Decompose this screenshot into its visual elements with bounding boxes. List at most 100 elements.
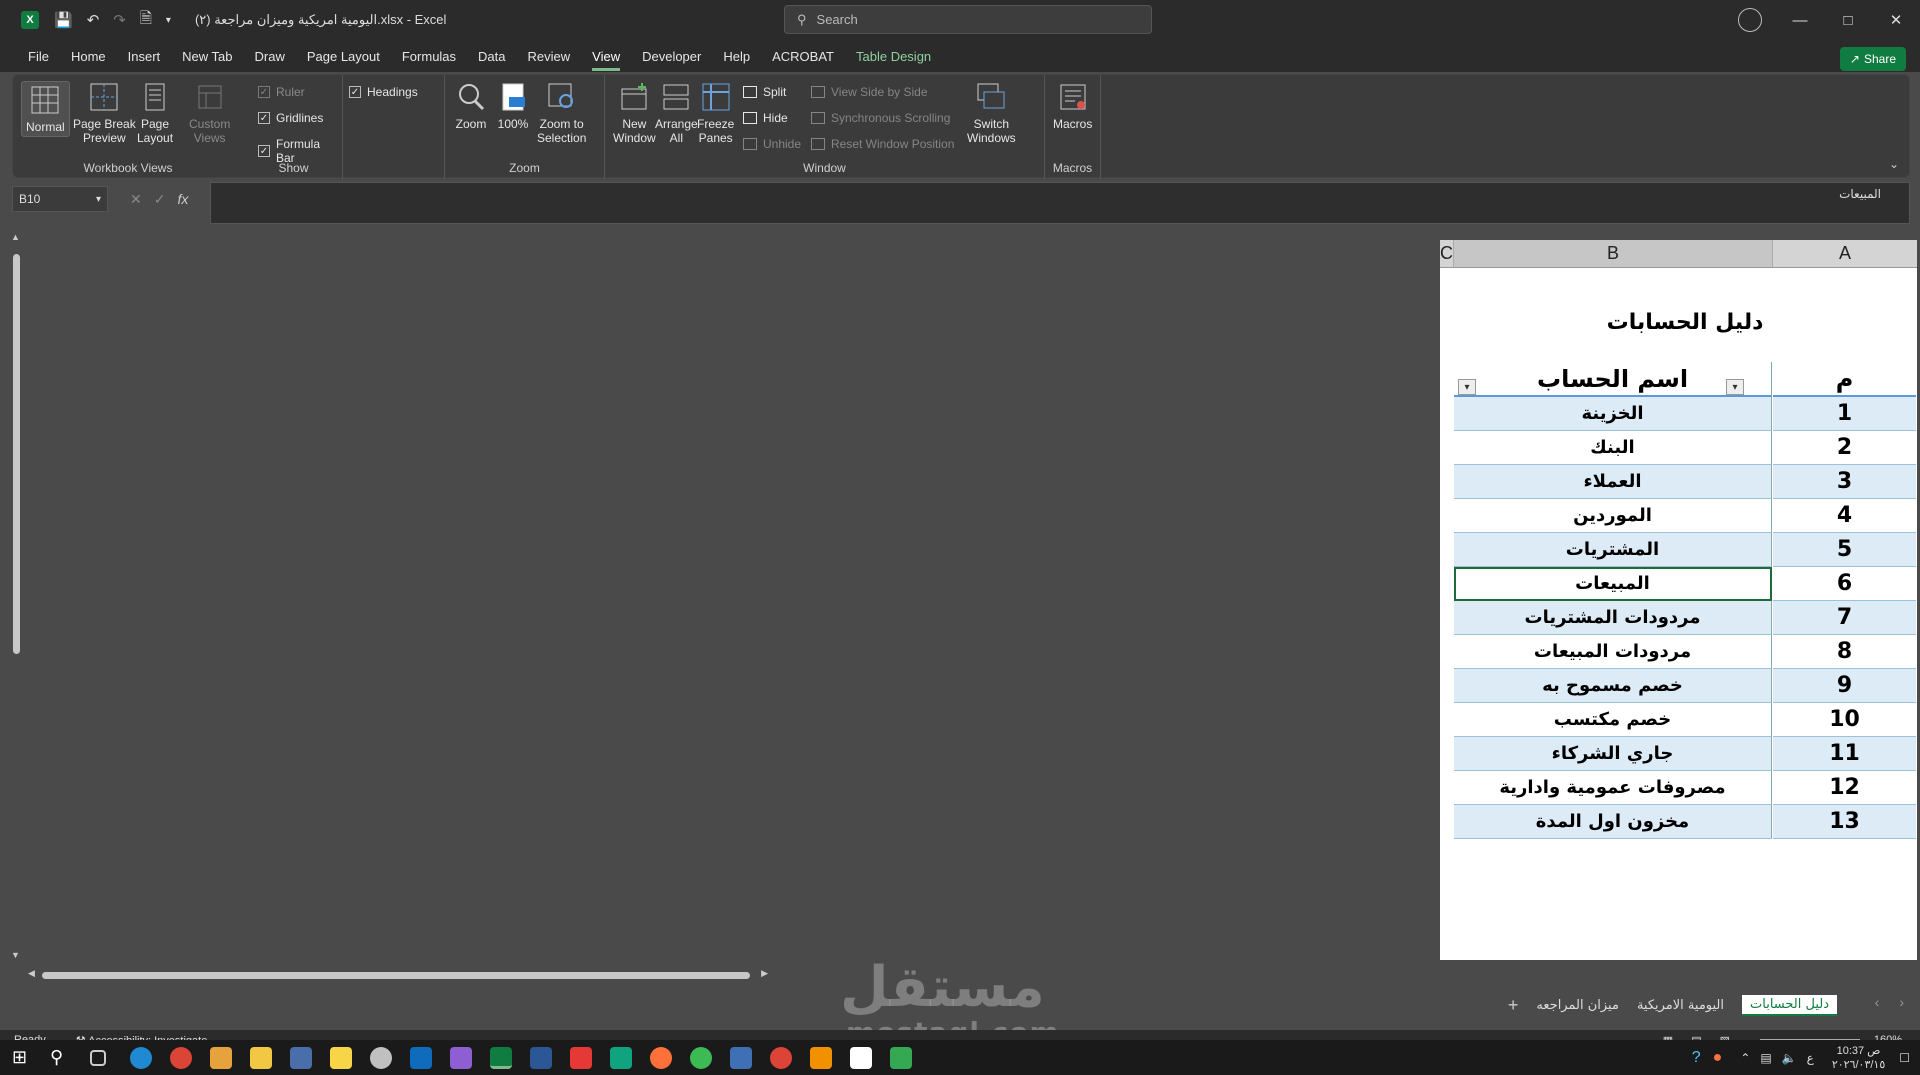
horizontal-scroll-thumb[interactable]: [42, 972, 750, 979]
google-drive-icon[interactable]: [890, 1047, 912, 1069]
account-number-cell[interactable]: 6: [1773, 567, 1916, 601]
split-button[interactable]: Split: [743, 85, 786, 99]
save-icon[interactable]: 💾: [54, 11, 73, 29]
hide-button[interactable]: Hide: [743, 111, 788, 125]
input-language[interactable]: ع: [1807, 1051, 1814, 1065]
account-name-cell[interactable]: خصم مكتسب: [1454, 703, 1772, 737]
customize-qat-icon[interactable]: ▾: [166, 15, 171, 26]
sheet-tab-review-balance[interactable]: ميزان المراجعه: [1536, 998, 1619, 1013]
minimize-button[interactable]: —: [1776, 12, 1824, 29]
filter-dropdown-a[interactable]: ▾: [1726, 379, 1744, 395]
filter-dropdown-b[interactable]: ▾: [1458, 379, 1476, 395]
tab-review[interactable]: Review: [528, 49, 571, 64]
account-avatar[interactable]: [1738, 8, 1762, 32]
collapse-ribbon-icon[interactable]: ⌄: [1889, 157, 1899, 171]
ruler-checkbox[interactable]: ✓ Ruler: [258, 85, 305, 99]
switch-windows-button[interactable]: Switch Windows: [967, 81, 1016, 145]
headings-checkbox[interactable]: ✓ Headings: [349, 85, 418, 99]
account-name-cell[interactable]: الموردين: [1454, 499, 1772, 533]
sheet-tab-chart-of-accounts[interactable]: دليل الحسابات: [1742, 994, 1837, 1016]
volume-icon[interactable]: 🔈: [1782, 1051, 1797, 1065]
task-view-icon[interactable]: [90, 1050, 106, 1066]
freeze-panes-button[interactable]: Freeze Panes: [697, 81, 734, 145]
account-number-cell[interactable]: 4: [1773, 499, 1916, 533]
macros-button[interactable]: Macros: [1053, 81, 1092, 131]
account-name-cell[interactable]: جاري الشركاء: [1454, 737, 1772, 771]
calculator-icon[interactable]: [290, 1047, 312, 1069]
account-name-cell[interactable]: البنك: [1454, 431, 1772, 465]
zoom-to-selection-button[interactable]: Zoom to Selection: [537, 81, 586, 145]
account-number-cell[interactable]: 2: [1773, 431, 1916, 465]
new-window-button[interactable]: New Window: [613, 81, 656, 145]
sticky-notes-icon[interactable]: [330, 1047, 352, 1069]
scroll-left-icon[interactable]: ◀: [28, 968, 35, 979]
share-button[interactable]: ↗ Share: [1839, 47, 1906, 71]
taskbar-search-icon[interactable]: ⚲: [50, 1047, 72, 1069]
account-number-cell[interactable]: 5: [1773, 533, 1916, 567]
tab-view[interactable]: View: [592, 49, 620, 71]
view-side-by-side-button[interactable]: View Side by Side: [811, 85, 928, 99]
column-header-a[interactable]: A: [1773, 240, 1917, 268]
account-number-cell[interactable]: 12: [1773, 771, 1916, 805]
tab-formulas[interactable]: Formulas: [402, 49, 456, 64]
scroll-up-icon[interactable]: ▲: [11, 232, 20, 242]
vertical-scroll-thumb[interactable]: [13, 254, 20, 654]
fx-icon[interactable]: fx: [177, 191, 188, 207]
account-number-cell[interactable]: 10: [1773, 703, 1916, 737]
undo-icon[interactable]: ↶: [87, 11, 100, 29]
enter-icon[interactable]: ✓: [154, 191, 166, 208]
vlc-icon[interactable]: [810, 1047, 832, 1069]
print-preview-icon[interactable]: 🗎: [140, 8, 152, 33]
outlook-icon[interactable]: [410, 1047, 432, 1069]
formula-input[interactable]: المبيعات: [210, 182, 1910, 224]
tab-insert[interactable]: Insert: [128, 49, 161, 64]
account-name-cell[interactable]: المبيعات: [1454, 567, 1772, 601]
account-number-cell[interactable]: 8: [1773, 635, 1916, 669]
help-icon[interactable]: ?: [1692, 1049, 1701, 1067]
add-sheet-icon[interactable]: +: [1508, 995, 1519, 1016]
clock[interactable]: 10:37 ص ٢٠٢٦/٠٣/١٥: [1832, 1044, 1885, 1072]
tab-draw[interactable]: Draw: [255, 49, 285, 64]
account-name-cell[interactable]: مردودات المبيعات: [1454, 635, 1772, 669]
next-sheet-icon[interactable]: ›: [1899, 994, 1904, 1010]
word-icon[interactable]: [530, 1047, 552, 1069]
search-box[interactable]: ⚲ Search: [784, 5, 1152, 34]
spreadsheet-grid[interactable]: C B A 1234567891011121314151617دليل الحس…: [1440, 240, 1917, 960]
account-name-cell[interactable]: مصروفات عمومية وادارية: [1454, 771, 1772, 805]
show-hidden-icons[interactable]: ⌃: [1740, 1051, 1750, 1065]
file-explorer-icon[interactable]: [250, 1047, 272, 1069]
cancel-icon[interactable]: ✕: [130, 191, 142, 208]
scroll-down-icon[interactable]: ▼: [11, 950, 20, 960]
tab-home[interactable]: Home: [71, 49, 106, 64]
account-number-cell[interactable]: 7: [1773, 601, 1916, 635]
windows-start-icon[interactable]: ⊞: [12, 1047, 34, 1069]
app-icon-7[interactable]: [370, 1047, 392, 1069]
account-name-cell[interactable]: مردودات المشتريات: [1454, 601, 1772, 635]
tab-page-layout[interactable]: Page Layout: [307, 49, 380, 64]
column-header-b[interactable]: B: [1454, 240, 1773, 268]
account-name-cell[interactable]: خصم مسموح به: [1454, 669, 1772, 703]
zoom-button[interactable]: Zoom: [455, 81, 487, 131]
account-name-cell[interactable]: الخزينة: [1454, 397, 1772, 431]
tray-app-icon[interactable]: ●: [1713, 1049, 1723, 1067]
zoom-100-button[interactable]: 100%: [497, 81, 529, 131]
sheet-tab-journal[interactable]: اليومية الامريكية: [1637, 998, 1724, 1013]
app-icon-16[interactable]: [690, 1047, 712, 1069]
account-number-cell[interactable]: 11: [1773, 737, 1916, 771]
tab-acrobat[interactable]: ACROBAT: [772, 49, 834, 64]
redo-icon[interactable]: ↷: [113, 11, 126, 29]
account-number-cell[interactable]: 3: [1773, 465, 1916, 499]
chrome-icon[interactable]: [170, 1047, 192, 1069]
header-account-name[interactable]: اسم الحساب: [1454, 362, 1772, 397]
edge-icon[interactable]: [130, 1047, 152, 1069]
firefox-icon[interactable]: [650, 1047, 672, 1069]
tab-help[interactable]: Help: [723, 49, 750, 64]
account-number-cell[interactable]: 13: [1773, 805, 1916, 839]
vertical-scrollbar[interactable]: ▲ ▼: [10, 232, 22, 960]
excel-taskbar-icon[interactable]: [490, 1047, 512, 1069]
account-name-cell[interactable]: مخزون اول المدة: [1454, 805, 1772, 839]
chatgpt-icon[interactable]: [610, 1047, 632, 1069]
anydesk-icon[interactable]: [570, 1047, 592, 1069]
media-icon[interactable]: [210, 1047, 232, 1069]
tab-data[interactable]: Data: [478, 49, 505, 64]
